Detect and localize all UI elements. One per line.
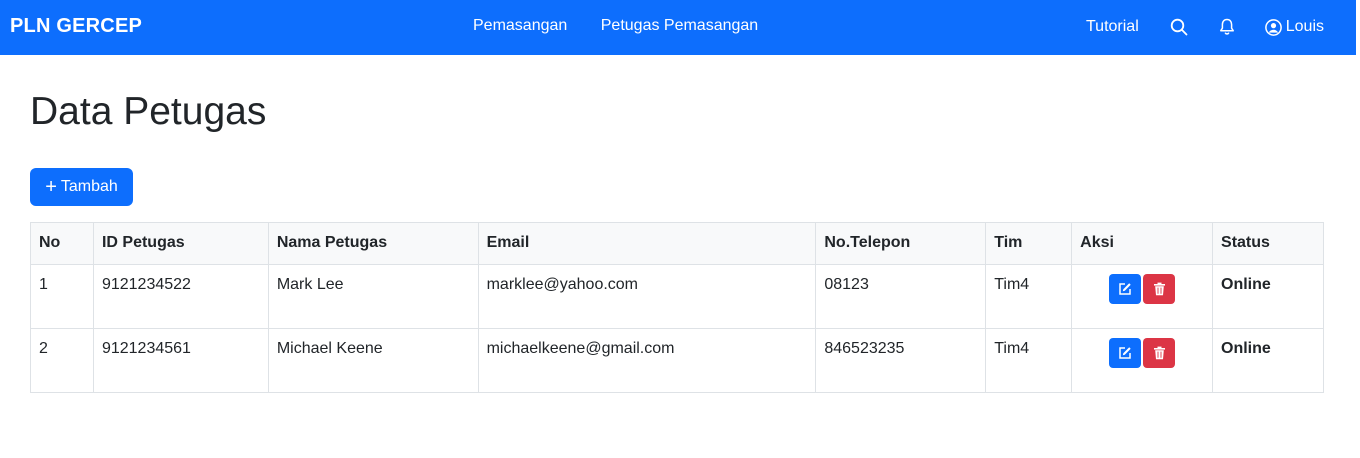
cell-telepon: 08123 <box>815 264 987 329</box>
delete-button[interactable] <box>1143 338 1176 368</box>
cell-nama-petugas: Mark Lee <box>267 264 479 329</box>
cell-no: 2 <box>30 328 94 393</box>
col-header-aksi: Aksi <box>1071 222 1214 265</box>
cell-id-petugas: 9121234522 <box>92 264 269 329</box>
delete-button[interactable] <box>1143 274 1176 304</box>
search-icon[interactable] <box>1169 17 1189 37</box>
nav-link-pemasangan[interactable]: Pemasangan <box>473 17 567 34</box>
edit-icon <box>1119 347 1131 359</box>
user-name: Louis <box>1285 18 1324 35</box>
cell-email: marklee@yahoo.com <box>477 264 817 329</box>
col-header-nama-petugas: Nama Petugas <box>267 222 479 265</box>
user-menu[interactable]: Louis <box>1264 18 1324 36</box>
user-avatar-icon <box>1264 18 1282 36</box>
add-button[interactable]: + Tambah <box>30 168 133 206</box>
nav-right: Tutorial Louis <box>1086 17 1324 37</box>
page-title: Data Petugas <box>30 90 267 133</box>
cell-aksi <box>1071 264 1214 329</box>
cell-tim: Tim4 <box>985 264 1073 329</box>
bell-icon[interactable] <box>1217 17 1237 37</box>
top-navbar: PLN GERCEP Pemasangan Petugas Pemasangan… <box>0 0 1356 55</box>
cell-no: 1 <box>30 264 94 329</box>
trash-icon <box>1153 346 1165 360</box>
table-header-row: No ID Petugas Nama Petugas Email No.Tele… <box>30 222 1324 265</box>
cell-tim: Tim4 <box>985 328 1073 393</box>
add-button-label: Tambah <box>60 178 118 195</box>
brand-logo[interactable]: PLN GERCEP <box>10 15 142 38</box>
nav-link-tutorial[interactable]: Tutorial <box>1086 18 1139 36</box>
edit-button[interactable] <box>1109 338 1142 368</box>
table-row: 2 9121234561 Michael Keene michaelkeene@… <box>30 328 1324 393</box>
table-row: 1 9121234522 Mark Lee marklee@yahoo.com … <box>30 264 1324 329</box>
cell-email: michaelkeene@gmail.com <box>477 328 817 393</box>
cell-aksi <box>1071 328 1214 393</box>
col-header-telepon: No.Telepon <box>815 222 987 265</box>
status-badge: Online <box>1212 264 1324 329</box>
nav-links: Pemasangan Petugas Pemasangan <box>473 17 787 35</box>
col-header-no: No <box>30 222 94 265</box>
trash-icon <box>1153 282 1165 296</box>
cell-nama-petugas: Michael Keene <box>267 328 479 393</box>
status-badge: Online <box>1212 328 1324 393</box>
cell-id-petugas: 9121234561 <box>92 328 269 393</box>
edit-button[interactable] <box>1109 274 1142 304</box>
cell-telepon: 846523235 <box>815 328 987 393</box>
nav-link-petugas-pemasangan[interactable]: Petugas Pemasangan <box>601 17 758 34</box>
edit-icon <box>1119 283 1131 295</box>
scrollbar <box>1356 0 1360 458</box>
col-header-email: Email <box>477 222 817 265</box>
col-header-id-petugas: ID Petugas <box>92 222 269 265</box>
col-header-status: Status <box>1212 222 1324 265</box>
petugas-table: No ID Petugas Nama Petugas Email No.Tele… <box>30 222 1324 393</box>
col-header-tim: Tim <box>985 222 1073 265</box>
plus-icon: + <box>45 176 57 198</box>
